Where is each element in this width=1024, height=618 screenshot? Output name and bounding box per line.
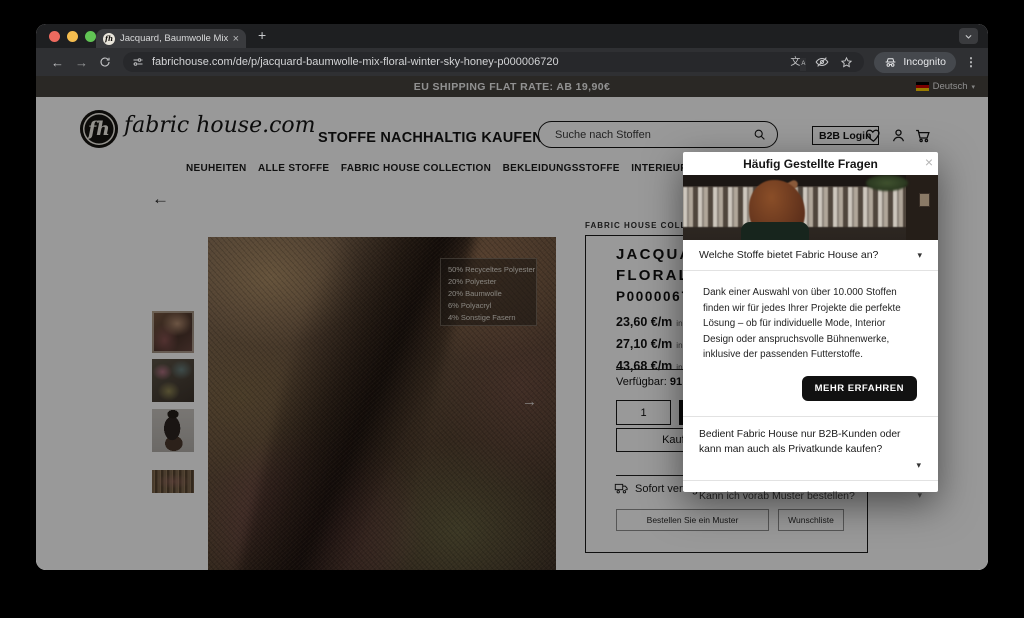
tab-title: Jacquard, Baumwolle Mix, Flo xyxy=(120,33,228,44)
caret-down-icon: ▾ xyxy=(917,250,922,261)
faq-title: Häufig Gestellte Fragen xyxy=(683,152,938,175)
reload-icon[interactable] xyxy=(99,56,111,68)
faq-answer-1: Dank einer Auswahl von über 10.000 Stoff… xyxy=(683,271,938,363)
traffic-light-zoom[interactable] xyxy=(85,31,96,42)
browser-toolbar: ← → fabrichouse.com/de/p/jacquard-baumwo… xyxy=(36,48,988,76)
url-text: fabrichouse.com/de/p/jacquard-baumwolle-… xyxy=(152,56,782,68)
faq-photo xyxy=(683,175,938,240)
site-settings-icon[interactable] xyxy=(132,56,144,68)
traffic-light-close[interactable] xyxy=(49,31,60,42)
forward-icon[interactable]: → xyxy=(75,56,88,69)
tab-close-icon[interactable]: × xyxy=(233,33,239,45)
browser-menu-icon[interactable]: ⋮ xyxy=(965,55,977,69)
browser-window: fh Jacquard, Baumwolle Mix, Flo × + ← → … xyxy=(36,24,988,570)
traffic-light-minimize[interactable] xyxy=(67,31,78,42)
modal-close-icon[interactable]: × xyxy=(925,155,933,169)
caret-down-icon: ▾ xyxy=(683,457,938,471)
browser-tab[interactable]: fh Jacquard, Baumwolle Mix, Flo × xyxy=(96,29,246,48)
caret-down-icon: ▾ xyxy=(917,490,922,501)
eye-off-icon[interactable] xyxy=(815,55,829,69)
address-bar[interactable]: fabrichouse.com/de/p/jacquard-baumwolle-… xyxy=(123,52,864,72)
new-tab-button[interactable]: + xyxy=(258,27,266,43)
incognito-badge: Incognito xyxy=(874,52,956,73)
faq-question-2[interactable]: Bedient Fabric House nur B2B-Kunden oder… xyxy=(683,417,938,457)
faq-modal: × Häufig Gestellte Fragen Welche Stoffe … xyxy=(683,152,938,492)
translate-icon[interactable]: 文A xyxy=(790,56,804,69)
tab-search-chevron-icon[interactable] xyxy=(959,28,978,44)
tab-strip: fh Jacquard, Baumwolle Mix, Flo × + xyxy=(36,24,988,48)
faq-question-3[interactable]: Kann ich vorab Muster bestellen? ▾ xyxy=(683,481,938,511)
bookmark-star-icon[interactable] xyxy=(840,56,853,69)
incognito-icon xyxy=(884,56,897,69)
incognito-label: Incognito xyxy=(903,56,946,68)
back-icon[interactable]: ← xyxy=(51,56,64,69)
site-favicon-icon: fh xyxy=(103,33,115,45)
faq-question-1[interactable]: Welche Stoffe bietet Fabric House an? ▾ xyxy=(683,240,938,270)
learn-more-button[interactable]: MEHR ERFAHREN xyxy=(802,376,917,401)
